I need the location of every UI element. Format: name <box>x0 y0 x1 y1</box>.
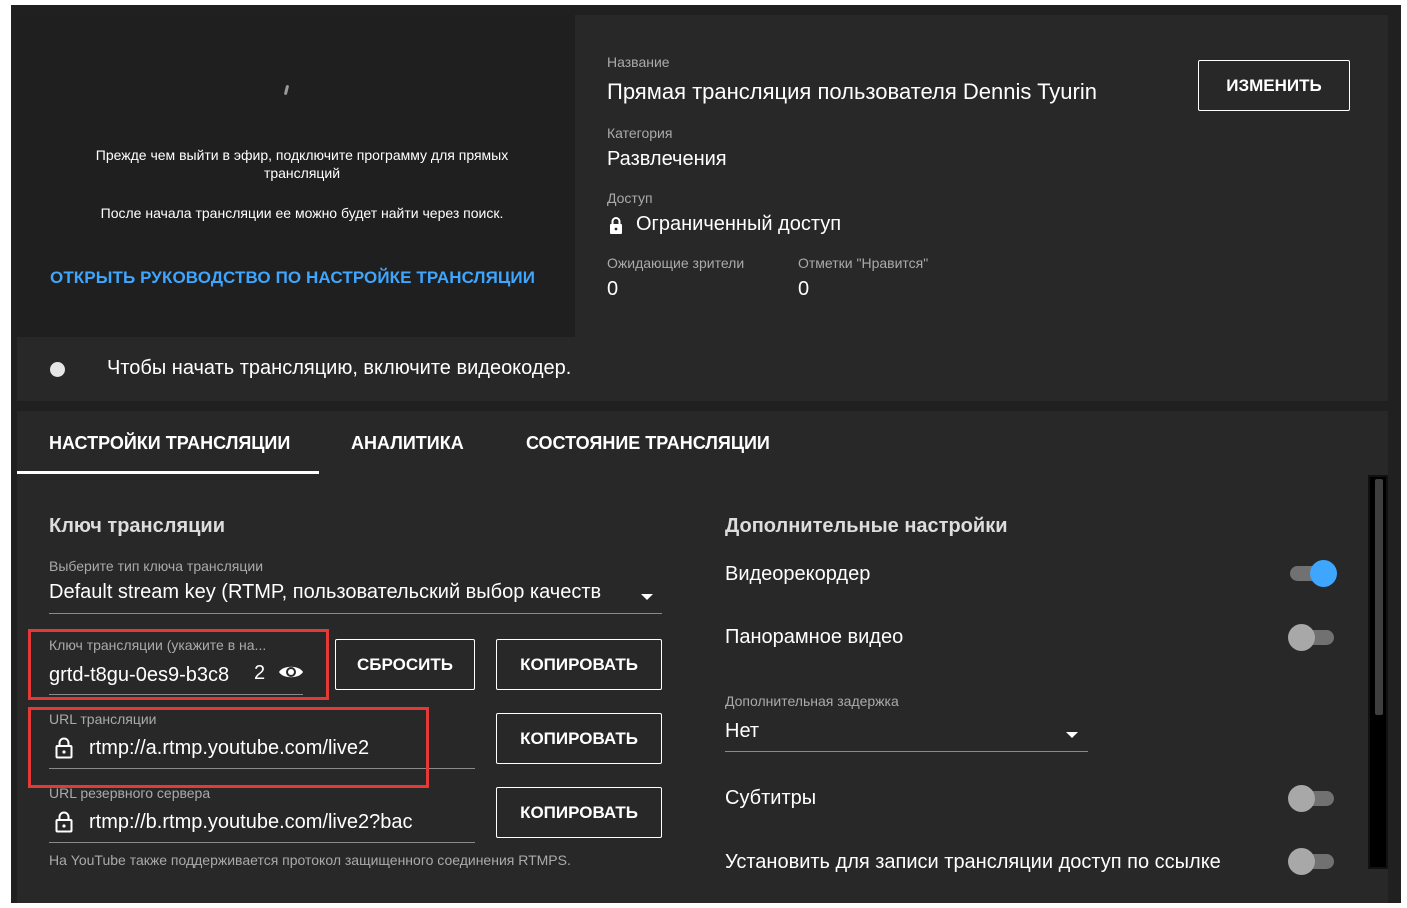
access-label: Доступ <box>607 190 653 206</box>
panorama-label: Панорамное видео <box>725 626 904 648</box>
lock-icon <box>610 217 622 234</box>
studio-live-window: Прежде чем выйти в эфир, подключите прог… <box>11 5 1401 903</box>
likes-value: 0 <box>798 278 810 300</box>
preview-search-message: После начала трансляции ее можно будет н… <box>100 205 504 221</box>
tab-stream-settings[interactable]: НАСТРОЙКИ ТРАНСЛЯЦИИ <box>49 433 290 454</box>
chevron-down-icon <box>641 594 653 600</box>
edit-button[interactable]: ИЗМЕНИТЬ <box>1198 60 1350 111</box>
status-indicator-icon <box>50 362 65 377</box>
category-value: Развлечения <box>607 148 727 170</box>
stream-preview: Прежде чем выйти в эфир, подключите прог… <box>17 15 575 337</box>
latency-label: Дополнительная задержка <box>725 693 899 709</box>
access-value: Ограниченный доступ <box>636 213 842 235</box>
loading-spinner-icon <box>283 84 290 96</box>
stream-key-type-label: Выберите тип ключа трансляции <box>49 558 264 574</box>
active-tab-indicator <box>17 471 319 474</box>
backup-url-underline <box>49 842 475 843</box>
stream-settings-panel: НАСТРОЙКИ ТРАНСЛЯЦИИ АНАЛИТИКА СОСТОЯНИЕ… <box>17 411 1388 903</box>
additional-settings-heading: Дополнительные настройки <box>725 515 1008 537</box>
scrollbar[interactable] <box>1368 475 1388 869</box>
copy-url-button[interactable]: КОПИРОВАТЬ <box>496 713 662 764</box>
stream-key-heading: Ключ трансляции <box>49 515 225 537</box>
setup-guide-link[interactable]: ОТКРЫТЬ РУКОВОДСТВО ПО НАСТРОЙКЕ ТРАНСЛЯ… <box>50 268 535 288</box>
encoder-status-bar: Чтобы начать трансляцию, включите видеок… <box>17 337 1388 401</box>
likes-label: Отметки "Нравится" <box>798 255 929 271</box>
panorama-toggle[interactable] <box>1288 623 1336 651</box>
highlight-box-stream-key <box>28 629 329 700</box>
stream-title: Прямая трансляция пользователя Dennis Ty… <box>607 79 1097 104</box>
rtmps-note: На YouTube также поддерживается протокол… <box>49 852 571 868</box>
tab-analytics[interactable]: АНАЛИТИКА <box>351 433 464 454</box>
chevron-down-icon <box>1066 732 1078 738</box>
latency-underline <box>725 751 1088 752</box>
dvr-toggle[interactable] <box>1288 559 1337 587</box>
subtitles-toggle[interactable] <box>1288 784 1336 812</box>
waiting-viewers-label: Ожидающие зрители <box>607 255 745 271</box>
title-label: Название <box>607 54 670 70</box>
backup-url-value: rtmp://b.rtmp.youtube.com/live2?bac <box>89 811 413 833</box>
subtitles-label: Субтитры <box>725 787 817 809</box>
reset-key-button[interactable]: СБРОСИТЬ <box>335 639 475 690</box>
category-label: Категория <box>607 125 673 141</box>
stream-info-panel: Название Прямая трансляция пользователя … <box>575 15 1388 337</box>
scrollbar-thumb[interactable] <box>1375 479 1383 715</box>
unlisted-recording-toggle[interactable] <box>1288 847 1336 875</box>
unlisted-recording-label: Установить для записи трансляции доступ … <box>725 851 1221 873</box>
preview-connect-message: Прежде чем выйти в эфир, подключите прог… <box>95 147 509 181</box>
highlight-box-stream-url <box>28 707 429 788</box>
copy-backup-url-button[interactable]: КОПИРОВАТЬ <box>496 787 662 838</box>
dvr-label: Видеорекордер <box>725 563 871 585</box>
select-underline <box>49 613 662 614</box>
lock-icon <box>55 811 73 833</box>
encoder-status-text: Чтобы начать трансляцию, включите видеок… <box>107 357 572 379</box>
copy-key-button[interactable]: КОПИРОВАТЬ <box>496 639 662 690</box>
tab-stream-health[interactable]: СОСТОЯНИЕ ТРАНСЛЯЦИИ <box>526 433 770 454</box>
waiting-viewers-value: 0 <box>607 278 619 300</box>
stream-key-type-value: Default stream key (RTMP, пользовательск… <box>49 581 602 603</box>
latency-value: Нет <box>725 720 760 742</box>
backup-url-label: URL резервного сервера <box>49 785 211 801</box>
